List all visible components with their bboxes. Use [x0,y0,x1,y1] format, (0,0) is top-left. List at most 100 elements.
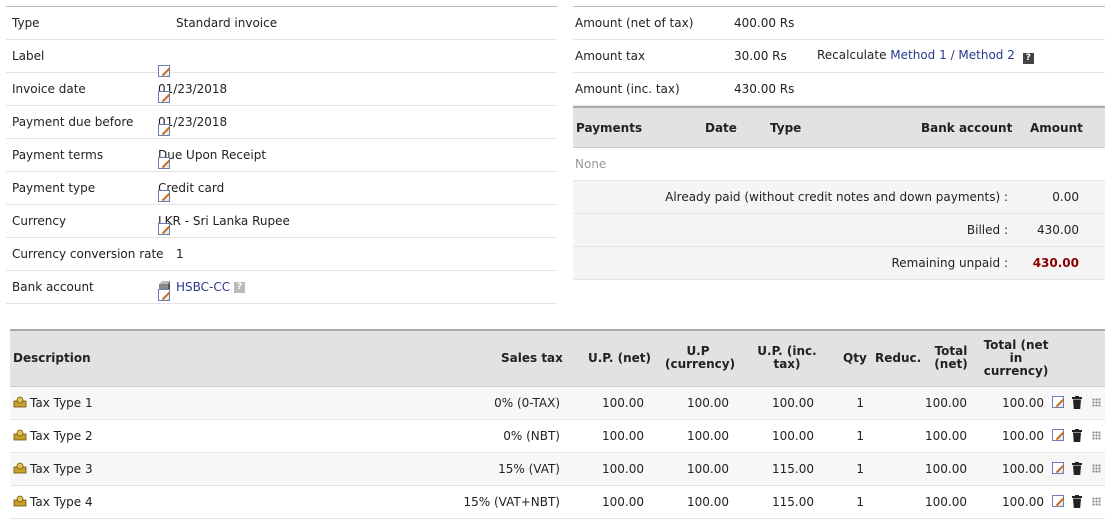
edit-icon[interactable] [158,124,170,136]
table-row: Tax Type 3 15% (VAT) 100.00 100.00 115.0… [10,453,1105,486]
line-total-net: 100.00 [925,462,967,476]
edit-icon[interactable] [158,289,170,301]
edit-icon[interactable] [1052,495,1064,507]
drag-handle-icon[interactable] [1092,431,1101,440]
type-label: Type [12,16,40,30]
billed-value: 430.00 [1037,223,1079,237]
payment-due-value: 01/23/2018 [158,115,227,136]
line-sales-tax: 15% (VAT+NBT) [463,495,561,509]
col-qty: Qty [843,351,867,365]
already-paid-row: Already paid (without credit notes and d… [573,181,1105,214]
edit-icon[interactable] [158,190,170,202]
line-total-net: 100.00 [925,429,967,443]
bank-account-label: Bank account [12,280,94,294]
edit-icon[interactable] [158,223,170,235]
line-up-inc-tax: 100.00 [772,396,814,410]
already-paid-label: Already paid (without credit notes and d… [665,190,1008,204]
trash-icon[interactable] [1072,495,1082,508]
col-payments: Payments [576,120,643,135]
row-amount-tax: Amount tax 30.00 Rs Recalculate Method 1… [573,40,1105,73]
col-sales-tax: Sales tax [501,351,563,365]
drag-handle-icon[interactable] [1092,497,1101,506]
row-payment-due: Payment due before 01/23/2018 [6,106,557,139]
amount-net-label: Amount (net of tax) [575,16,694,30]
line-description[interactable]: Tax Type 2 [30,429,93,443]
col-up-net: U.P. (net) [588,351,652,365]
line-sales-tax: 15% (VAT) [498,462,560,476]
line-up-net: 100.00 [602,495,644,509]
line-total-currency: 100.00 [1002,462,1044,476]
line-sales-tax: 0% (NBT) [503,429,560,443]
table-row: Tax Type 1 0% (0-TAX) 100.00 100.00 100.… [10,387,1105,420]
table-row: Tax Type 2 0% (NBT) 100.00 100.00 100.00… [10,420,1105,453]
invoice-info-table: Type Standard invoice Label Invoice date… [6,6,557,304]
lines-header: Description Sales tax U.P. (net) U.P (cur… [10,331,1105,387]
already-paid-value: 0.00 [1052,190,1079,204]
trash-icon[interactable] [1072,429,1082,442]
line-qty: 1 [856,495,864,509]
line-total-net: 100.00 [925,495,967,509]
trash-icon[interactable] [1072,462,1082,475]
invoice-date-label: Invoice date [12,82,86,96]
col-up-inc-tax: U.P. (inc. tax) [757,344,817,371]
line-total-net: 100.00 [925,396,967,410]
col-total-currency: Total (net in currency) [983,338,1049,378]
bank-account-link[interactable]: HSBC-CC [176,280,230,294]
payment-type-value: Credit card [158,181,224,202]
line-qty: 1 [856,462,864,476]
conversion-rate-value: 1 [176,247,184,261]
help-icon[interactable]: ? [234,281,246,293]
line-up-net: 100.00 [602,429,644,443]
drag-handle-icon[interactable] [1092,398,1101,407]
help-icon[interactable]: ? [1022,53,1034,64]
edit-icon[interactable] [1052,462,1064,474]
line-sales-tax: 0% (0-TAX) [494,396,560,410]
row-payment-terms: Payment terms Due Upon Receipt [6,139,557,172]
conversion-rate-label: Currency conversion rate [12,247,164,261]
edit-icon[interactable] [158,91,170,103]
edit-icon[interactable] [1052,429,1064,441]
remaining-label: Remaining unpaid : [891,256,1008,270]
drag-handle-icon[interactable] [1092,464,1101,473]
row-payment-type: Payment type Credit card [6,172,557,205]
payment-type-label: Payment type [12,181,96,195]
trash-icon[interactable] [1072,396,1082,409]
line-description[interactable]: Tax Type 4 [30,495,93,509]
line-up-inc-tax: 100.00 [772,429,814,443]
row-amount-net: Amount (net of tax) 400.00 Rs [573,7,1105,40]
line-qty: 1 [856,396,864,410]
line-up-inc-tax: 115.00 [772,462,814,476]
payments-none: None [573,148,1105,181]
method-1-link[interactable]: Method 1 [890,48,946,62]
line-up-currency: 100.00 [687,495,729,509]
method-2-link[interactable]: Method 2 [958,48,1014,62]
col-type: Type [770,120,802,135]
product-icon [13,462,27,474]
col-amount: Amount [1030,120,1083,135]
row-invoice-date: Invoice date 01/23/2018 [6,73,557,106]
edit-icon[interactable] [1052,396,1064,408]
payments-header: Payments Date Type Bank account Amount [573,108,1105,148]
line-description[interactable]: Tax Type 3 [30,462,93,476]
currency-label: Currency [12,214,67,228]
amount-inc-value: 430.00 Rs [734,82,795,96]
product-icon [13,429,27,441]
line-up-net: 100.00 [602,462,644,476]
edit-icon[interactable] [158,157,170,169]
amount-net-value: 400.00 Rs [734,16,795,30]
remaining-value: 430.00 [1032,256,1079,270]
col-total-net: Total (net) [934,344,968,371]
amounts-table: Amount (net of tax) 400.00 Rs Amount tax… [573,6,1105,106]
line-up-currency: 100.00 [687,429,729,443]
table-row: Tax Type 4 15% (VAT+NBT) 100.00 100.00 1… [10,486,1105,519]
line-total-currency: 100.00 [1002,495,1044,509]
payment-terms-value: Due Upon Receipt [158,148,266,169]
row-label: Label [6,40,557,77]
currency-value: LKR - Sri Lanka Rupee [158,214,290,235]
row-conversion-rate: Currency conversion rate 1 [6,238,557,271]
line-description[interactable]: Tax Type 1 [30,396,93,410]
line-up-currency: 100.00 [687,396,729,410]
billed-label: Billed : [966,223,1008,237]
invoice-lines-table: Description Sales tax U.P. (net) U.P (cur… [10,329,1105,519]
row-bank-account: Bank account HSBC-CC ? [6,271,557,304]
